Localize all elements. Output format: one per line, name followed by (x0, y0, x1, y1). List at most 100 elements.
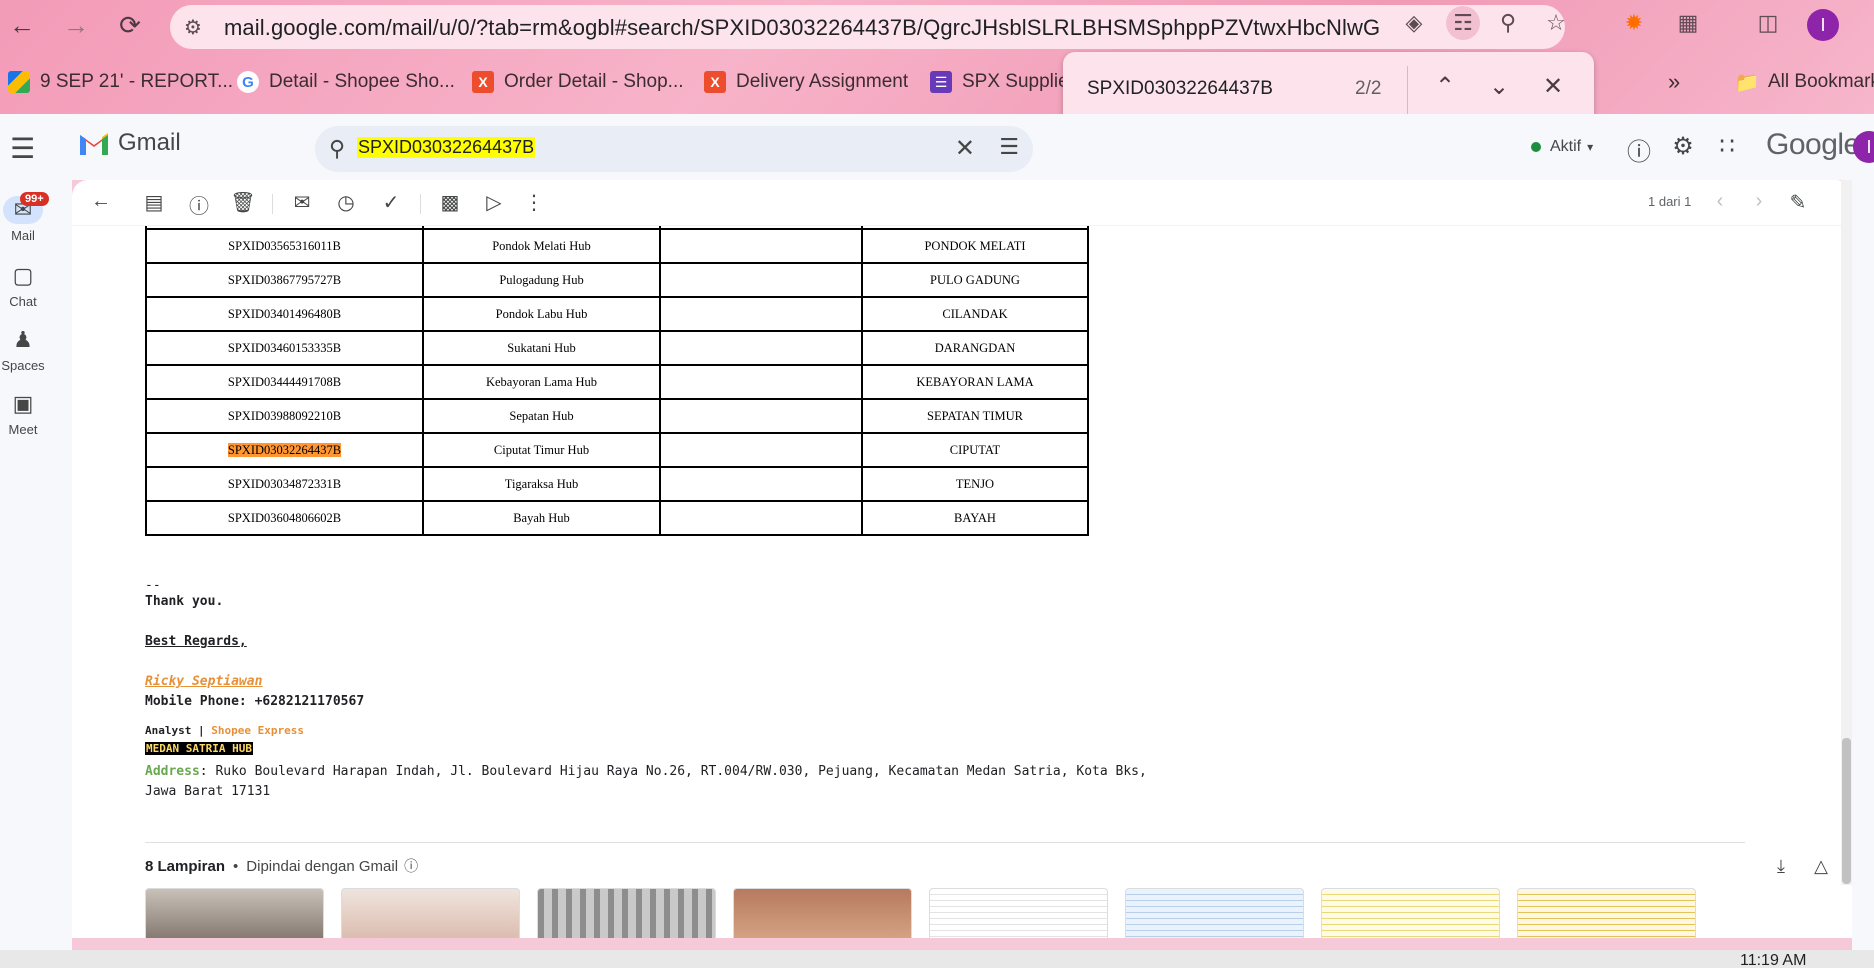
bookmark-item[interactable]: G Detail - Shopee Sho... (237, 68, 455, 96)
table-row: SPXID03034872331B Tigaraksa Hub TENJO (145, 466, 1089, 502)
status-chip[interactable]: Aktif ▾ (1517, 129, 1607, 165)
more-options-icon[interactable]: ⋮ (520, 190, 548, 215)
table-cell (659, 262, 863, 298)
search-input[interactable]: SPXID03032264437B (357, 137, 536, 158)
back-arrow-icon[interactable]: ← (4, 7, 40, 43)
chat-bubble-icon: ▢ (12, 263, 34, 288)
message-view: ← ▤ ⓘ 🗑 ✉ ◷ ✓ ▩ ▷ ⋮ 1 dari 1 ‹ › ✎ SPXID… (72, 180, 1852, 938)
search-icon[interactable]: ⚲ (329, 136, 345, 162)
table-cell (659, 364, 863, 400)
all-bookmarks-folder[interactable]: 📁 All Bookmarks (1735, 68, 1874, 96)
extensions-puzzle-icon[interactable]: ▦ (1674, 10, 1702, 36)
extension-diamond-icon[interactable]: ◈ (1400, 10, 1428, 36)
table-cell (659, 432, 863, 468)
bookmark-star-icon[interactable]: ☆ (1542, 10, 1570, 36)
attachment-thumbnail[interactable] (145, 888, 324, 938)
scrollbar-thumb[interactable] (1842, 738, 1851, 884)
bookmark-item[interactable]: 9 SEP 21' - REPORT... (8, 68, 233, 96)
reload-icon[interactable]: ⟳ (112, 7, 148, 43)
table-cell: SPXID03401496480B (145, 296, 424, 332)
table-cell (659, 398, 863, 434)
table-cell: Sukatani Hub (422, 330, 661, 366)
table-cell: SPXID03032264437B (145, 432, 424, 468)
table-cell: CILANDAK (861, 296, 1089, 332)
table-cell: SPXID03034872331B (145, 466, 424, 502)
find-close-icon[interactable]: ✕ (1537, 72, 1569, 101)
bookmark-item[interactable]: X Delivery Assignment (704, 68, 908, 96)
attachment-thumbnail[interactable] (1321, 888, 1500, 938)
back-to-list-arrow-icon[interactable]: ← (87, 190, 115, 213)
shipment-hub-table: SPXID03565316011B Pondok Melati Hub PONDOK… (145, 226, 1089, 536)
table-cell: Sepatan Hub (422, 398, 661, 434)
browser-profile-avatar[interactable]: I (1807, 9, 1839, 41)
report-spam-icon[interactable]: ⓘ (185, 190, 213, 219)
side-panel-strip (1852, 180, 1874, 968)
extension-flame-icon[interactable]: ✹ (1620, 10, 1648, 36)
table-row: SPXID03988092210B Sepatan Hub SEPATAN TIMU… (145, 398, 1089, 434)
zoom-icon[interactable]: ⚲ (1494, 10, 1522, 36)
rail-item-spaces[interactable]: ♟ Spaces (0, 326, 46, 373)
snooze-clock-icon[interactable]: ◷ (332, 190, 360, 215)
rail-item-meet[interactable]: ▣ Meet (0, 390, 46, 437)
bookmark-item[interactable]: X Order Detail - Shop... (472, 68, 684, 96)
side-panel-icon[interactable]: ◫ (1754, 10, 1782, 36)
table-cell: SPXID03460153335B (145, 330, 424, 366)
help-icon[interactable]: ⓘ (1623, 132, 1655, 167)
rail-item-chat[interactable]: ▢ Chat (0, 262, 46, 309)
settings-gear-icon[interactable]: ⚙ (1667, 132, 1699, 161)
main-menu-icon[interactable]: ☰ (10, 132, 35, 165)
label-tag-icon[interactable]: ▷ (480, 190, 508, 215)
apps-grid-icon[interactable]: ∷ (1711, 132, 1743, 161)
attachment-thumbnail[interactable] (537, 888, 716, 938)
find-previous-chevron-up-icon[interactable]: ⌃ (1429, 72, 1461, 101)
spaces-people-icon: ♟ (13, 327, 33, 352)
table-cell: Tigaraksa Hub (422, 466, 661, 502)
clear-search-icon[interactable]: ✕ (955, 134, 975, 163)
older-chevron-right-icon[interactable]: › (1745, 190, 1773, 213)
table-cell: Pondok Melati Hub (422, 228, 661, 264)
table-cell: PONDOK MELATI (861, 228, 1089, 264)
gmail-m-icon (80, 133, 108, 155)
newer-chevron-left-icon[interactable]: ‹ (1706, 190, 1734, 213)
move-to-icon[interactable]: ▩ (436, 190, 464, 215)
delete-trash-icon[interactable]: 🗑 (229, 190, 257, 215)
address-bar[interactable]: ⚙ mail.google.com/mail/u/0/?tab=rm&ogbl#… (170, 5, 1565, 49)
input-tools-pencil-icon[interactable]: ✎ (1784, 190, 1812, 215)
mail-search-box[interactable]: ⚲ SPXID03032264437B ✕ ☰ (315, 126, 1033, 172)
download-all-icon[interactable]: ⤓ (1768, 856, 1794, 877)
mark-unread-icon[interactable]: ✉ (288, 190, 316, 215)
more-bookmarks-chevron-icon[interactable]: » (1668, 68, 1680, 96)
add-to-drive-icon[interactable]: △ (1808, 856, 1834, 877)
search-options-tune-icon[interactable]: ☰ (999, 134, 1019, 160)
table-cell: SPXID03604806602B (145, 500, 424, 536)
gmail-logo[interactable]: Gmail (78, 129, 181, 157)
attachment-thumbnail[interactable] (1517, 888, 1696, 938)
find-input[interactable]: SPXID03032264437B (1087, 78, 1273, 100)
attachment-thumbnail[interactable] (733, 888, 912, 938)
table-cell: Pondok Labu Hub (422, 296, 661, 332)
attachment-thumbnail[interactable] (929, 888, 1108, 938)
attachment-thumbnail[interactable] (1125, 888, 1304, 938)
sender-name: Ricky Septiawan (145, 674, 263, 689)
chevron-down-icon: ▾ (1587, 140, 1594, 154)
archive-icon[interactable]: ▤ (140, 190, 168, 215)
find-in-page-icon[interactable]: ☶ (1446, 6, 1480, 40)
find-next-chevron-down-icon[interactable]: ⌄ (1483, 72, 1515, 101)
bookmark-item[interactable]: ☰ SPX Supplies (930, 68, 1078, 96)
table-cell: SPXID03565316011B (145, 228, 424, 264)
role-line: Analyst | Shopee Express (145, 724, 304, 737)
table-cell (659, 330, 863, 366)
forward-arrow-icon[interactable]: → (58, 7, 94, 43)
meet-video-icon: ▣ (12, 391, 34, 416)
attachment-thumbnail[interactable] (341, 888, 520, 938)
add-task-icon[interactable]: ✓ (377, 190, 405, 215)
info-icon[interactable]: ⓘ (404, 856, 418, 876)
url-text[interactable]: mail.google.com/mail/u/0/?tab=rm&ogbl#se… (224, 15, 1380, 41)
best-regards-text: Best Regards, (145, 634, 247, 649)
table-cell (659, 228, 863, 264)
table-cell: Bayah Hub (422, 500, 661, 536)
table-cell: BAYAH (861, 500, 1089, 536)
site-info-icon[interactable]: ⚙ (184, 15, 202, 40)
google-wordmark[interactable]: Google (1766, 128, 1860, 162)
address-line-2: Jawa Barat 17131 (145, 784, 271, 799)
